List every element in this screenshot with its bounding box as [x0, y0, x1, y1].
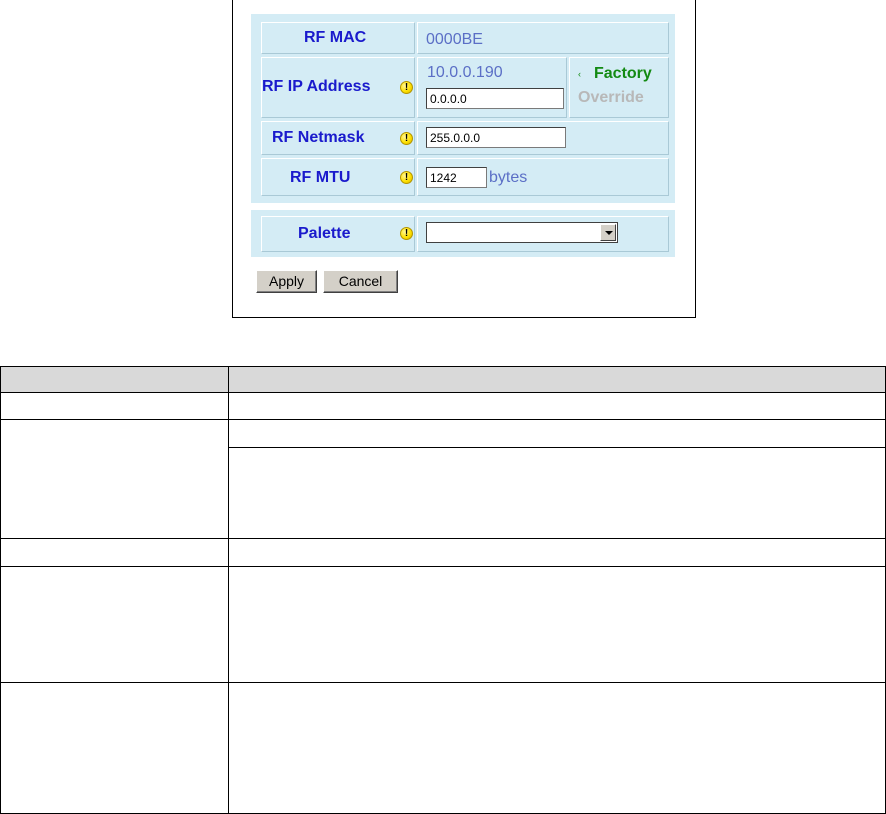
- rf-ip-label-cell: RF IP Address !: [261, 57, 415, 118]
- rf-ip-label: RF IP Address: [262, 78, 371, 95]
- factory-radio-icon[interactable]: ‹: [578, 69, 581, 79]
- rf-mac-value-cell: 0000BE: [417, 22, 669, 54]
- table-rule: [229, 447, 886, 448]
- rf-mac-value: 0000BE: [426, 31, 483, 48]
- palette-select[interactable]: [426, 222, 618, 243]
- palette-label: Palette: [298, 225, 351, 242]
- rf-netmask-label: RF Netmask: [272, 129, 365, 146]
- override-option[interactable]: Override: [578, 89, 644, 107]
- palette-label-cell: Palette !: [261, 216, 415, 252]
- palette-value-cell: [417, 216, 669, 252]
- cancel-button[interactable]: Cancel: [323, 270, 398, 293]
- description-table: [0, 366, 886, 814]
- rf-ip-mode-cell: ‹ Factory Override: [569, 57, 669, 118]
- table-rule: [0, 419, 886, 420]
- table-rule: [228, 366, 229, 814]
- rf-netmask-label-cell: RF Netmask !: [261, 121, 415, 155]
- warning-icon: !: [400, 81, 413, 94]
- table-rule: [0, 366, 886, 367]
- table-rule: [0, 538, 886, 539]
- rf-mac-label-cell: RF MAC: [261, 22, 415, 54]
- rf-ip-current: 10.0.0.190: [427, 64, 503, 81]
- rf-mtu-label: RF MTU: [290, 169, 351, 186]
- warning-icon: !: [400, 132, 413, 145]
- table-rule: [0, 682, 886, 683]
- rf-mtu-input[interactable]: [426, 167, 487, 188]
- chevron-down-icon[interactable]: [600, 224, 616, 241]
- table-header-row: [0, 366, 886, 392]
- table-rule: [0, 366, 1, 814]
- factory-option[interactable]: Factory: [594, 65, 652, 83]
- settings-screenshot: RF MAC 0000BE RF IP Address ! 10.0.0.190…: [232, 0, 696, 318]
- table-rule: [0, 392, 886, 393]
- table-rule: [0, 566, 886, 567]
- rf-mac-label: RF MAC: [304, 29, 367, 46]
- rf-ip-input[interactable]: [426, 88, 564, 109]
- rf-netmask-input[interactable]: [426, 127, 566, 148]
- rf-mtu-unit: bytes: [489, 169, 528, 186]
- rf-ip-value-cell: 10.0.0.190: [417, 57, 567, 118]
- apply-button[interactable]: Apply: [256, 270, 317, 293]
- rf-mtu-value-cell: bytes: [417, 158, 669, 196]
- rf-netmask-value-cell: [417, 121, 669, 155]
- rf-mtu-label-cell: RF MTU !: [261, 158, 415, 196]
- warning-icon: !: [400, 171, 413, 184]
- warning-icon: !: [400, 227, 413, 240]
